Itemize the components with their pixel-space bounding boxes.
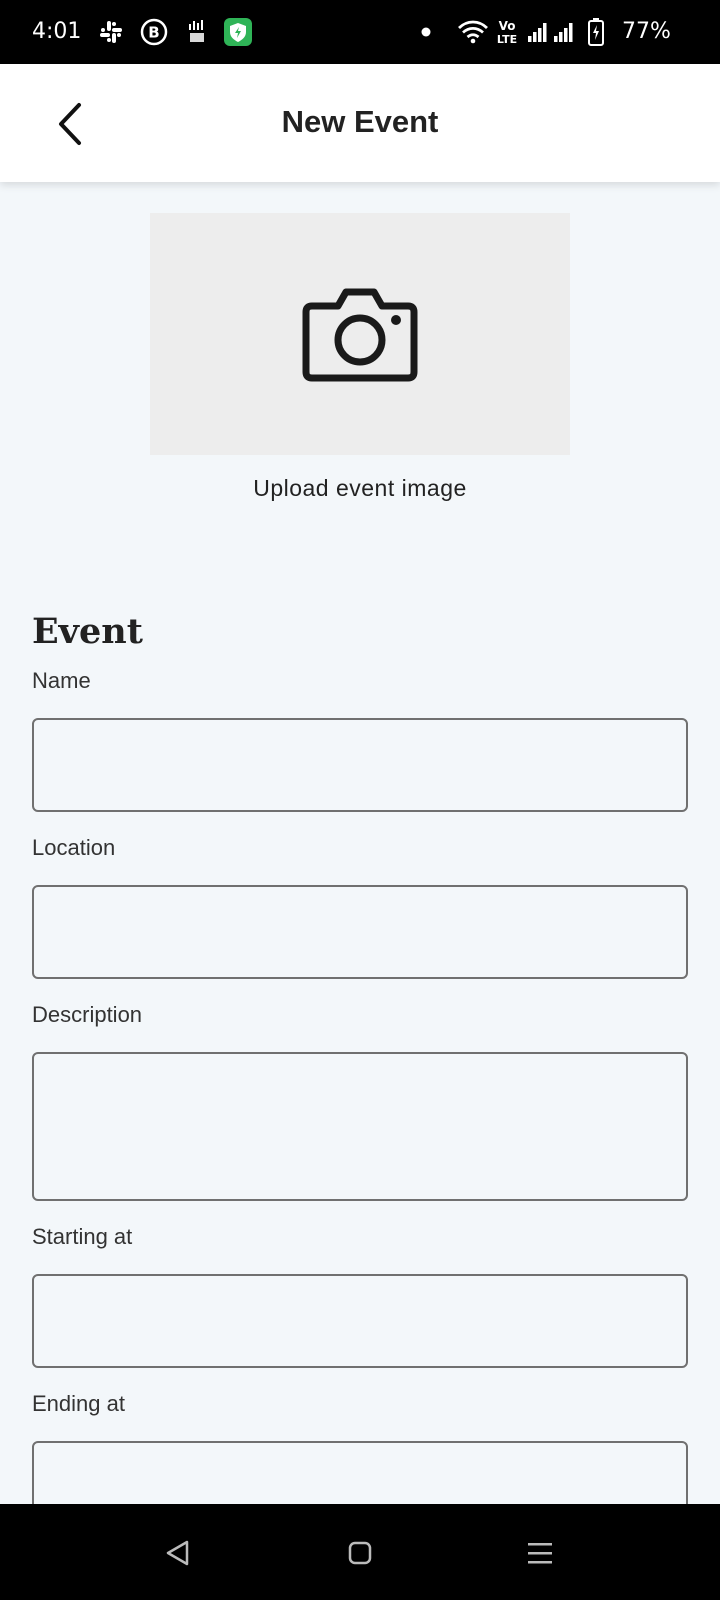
description-field[interactable] (32, 1052, 688, 1201)
battery-icon (586, 16, 606, 48)
recents-menu-icon (528, 1543, 552, 1564)
carrier-icon (184, 16, 210, 48)
description-label: Description (32, 1002, 143, 1027)
svg-text:B: B (148, 24, 159, 42)
location-label: Location (32, 835, 116, 860)
upload-image-label[interactable]: Upload event image (0, 475, 720, 502)
svg-text:Vo: Vo (499, 19, 516, 33)
volte-icon: Vo LTE (490, 16, 524, 48)
back-triangle-icon (166, 1540, 189, 1566)
signal-icon (526, 16, 578, 48)
ending-at-label: Ending at (32, 1391, 125, 1416)
status-time: 4:01 (32, 19, 82, 44)
home-square-icon (348, 1541, 372, 1565)
ending-at-field[interactable] (32, 1441, 688, 1504)
svg-text:LTE: LTE (497, 33, 517, 46)
nav-back-button[interactable] (153, 1528, 203, 1578)
name-label: Name (32, 668, 91, 693)
starting-at-field[interactable] (32, 1274, 688, 1368)
section-title: Event (32, 611, 143, 652)
whatsapp-business-icon: B (138, 16, 170, 48)
wifi-icon (456, 16, 490, 48)
starting-at-label: Starting at (32, 1224, 133, 1249)
status-bar: 4:01 B Vo LTE 77% (0, 0, 720, 64)
ending-at-field-clip (0, 1441, 720, 1504)
notification-dot-icon (418, 16, 434, 48)
vpn-shield-icon (222, 16, 254, 48)
nav-home-button[interactable] (335, 1528, 385, 1578)
image-upload-area[interactable] (150, 213, 570, 455)
nav-recents-button[interactable] (515, 1528, 565, 1578)
location-field[interactable] (32, 885, 688, 979)
page-title: New Event (281, 104, 439, 139)
battery-percentage: 77% (622, 19, 671, 44)
camera-icon (302, 288, 418, 382)
app-bar: New Event (0, 64, 720, 182)
name-field[interactable] (32, 718, 688, 812)
slack-icon (96, 16, 126, 48)
system-nav-bar (0, 1504, 720, 1600)
